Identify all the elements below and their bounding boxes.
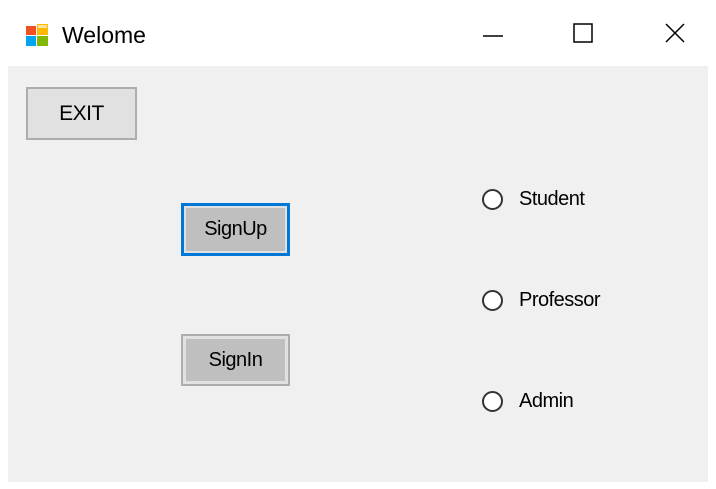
maximize-icon [573,23,593,43]
window-title: Welome [62,22,146,48]
radio-circle-icon[interactable] [482,188,503,210]
title-bar[interactable]: Welome [0,0,716,66]
radio-professor[interactable]: Professor [482,285,601,315]
app-icon [26,24,48,46]
exit-button[interactable]: EXIT [26,87,137,140]
minimize-icon [483,35,503,37]
signin-button-face: SignIn [186,339,285,381]
signup-button-label: SignUp [204,218,267,240]
exit-button-label: EXIT [59,101,104,125]
close-icon [665,23,685,43]
radio-student-label: Student [519,187,585,210]
signin-button-label: SignIn [208,348,263,371]
radio-admin[interactable]: Admin [482,386,574,416]
signup-button-face: SignUp [186,208,285,251]
signin-button[interactable]: SignIn [181,334,290,386]
minimize-button[interactable] [448,0,538,66]
maximize-button[interactable] [538,0,628,66]
radio-circle-icon[interactable] [482,289,503,311]
close-button[interactable] [630,0,716,66]
signup-button[interactable]: SignUp [181,203,290,256]
welcome-window: Welome EXIT SignUp SignIn Student Profes… [0,0,716,489]
radio-professor-label: Professor [519,288,601,311]
form-client-area: EXIT SignUp SignIn Student Professor Adm… [8,66,708,482]
radio-student[interactable]: Student [482,184,585,214]
radio-circle-icon[interactable] [482,390,503,412]
radio-admin-label: Admin [519,389,574,412]
